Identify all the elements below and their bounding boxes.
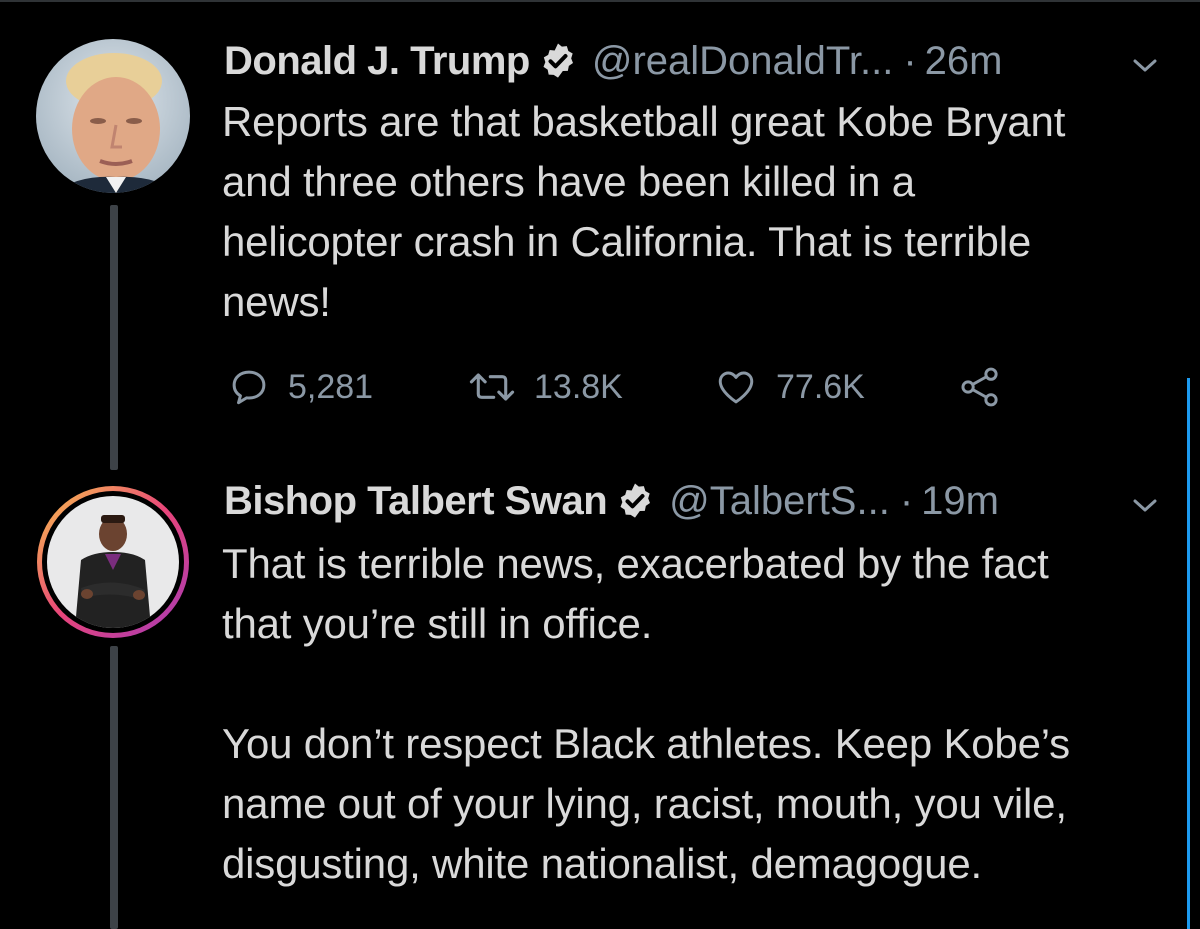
author-handle[interactable]: @realDonaldTr...: [592, 39, 893, 84]
retweet-count: 13.8K: [534, 367, 623, 406]
verified-badge-icon: [620, 483, 651, 518]
share-icon: [961, 367, 998, 407]
share-button[interactable]: [958, 362, 1002, 412]
separator-dot: ·: [903, 38, 917, 83]
retweet-button[interactable]: 13.8K: [468, 362, 623, 412]
avatar-photo-icon: [47, 496, 179, 628]
tweet-text: That is terrible news, exacerbated by th…: [222, 540, 1070, 887]
scroll-indicator[interactable]: [1187, 378, 1190, 929]
avatar-photo-icon: [36, 39, 190, 193]
avatar[interactable]: [36, 39, 190, 193]
author-name[interactable]: Donald J. Trump: [224, 39, 530, 84]
author-handle[interactable]: @TalbertS...: [669, 479, 890, 524]
author-name[interactable]: Bishop Talbert Swan: [224, 479, 608, 524]
timestamp[interactable]: 26m: [925, 39, 1003, 84]
thread-line: [110, 205, 118, 470]
chevron-down-icon[interactable]: [1130, 56, 1160, 76]
heart-icon: [718, 371, 754, 404]
reply-count: 5,281: [288, 367, 374, 406]
reply-icon: [232, 370, 266, 405]
reply-button[interactable]: 5,281: [228, 362, 373, 412]
timestamp[interactable]: 19m: [921, 479, 999, 524]
like-button[interactable]: 77.6K: [714, 362, 865, 412]
avatar[interactable]: [37, 486, 189, 638]
separator-dot: ·: [899, 478, 914, 523]
chevron-down-icon[interactable]: [1130, 496, 1160, 516]
like-count: 77.6K: [776, 367, 865, 406]
tweet-2[interactable]: Bishop Talbert Swan @TalbertS... · 19m T…: [0, 470, 1200, 929]
retweet-icon: [469, 373, 515, 401]
tweet-header: Donald J. Trump @realDonaldTr... · 26m: [224, 36, 1002, 86]
tweet-1[interactable]: Donald J. Trump @realDonaldTr... · 26m R…: [0, 0, 1200, 470]
tweet-text: Reports are that basketball great Kobe B…: [222, 98, 1066, 325]
thread-line: [110, 646, 118, 929]
verified-badge-icon: [543, 43, 573, 78]
tweet-header: Bishop Talbert Swan @TalbertS... · 19m: [224, 476, 999, 526]
